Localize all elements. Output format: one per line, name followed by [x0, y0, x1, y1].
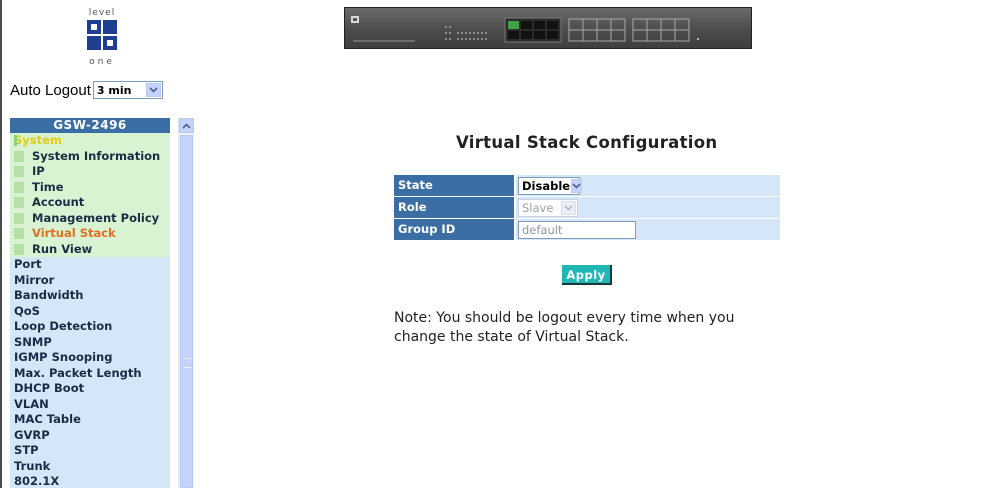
virtual-stack-config-table: State Disable Role Slave Group ID defaul… [394, 175, 780, 241]
sidebar-item-dhcp-boot[interactable]: DHCP Boot [10, 381, 170, 397]
apply-button[interactable]: Apply [562, 265, 612, 285]
left-frame: level one Auto Logout 3 min GSW-2496 Sys… [0, 0, 196, 488]
scroll-up-button[interactable] [179, 118, 194, 133]
state-row: State Disable [394, 175, 780, 196]
role-value-cell: Slave [516, 197, 780, 218]
sidebar-scrollbar[interactable] [178, 118, 194, 488]
sidebar-item-account[interactable]: Account [10, 195, 170, 211]
chevron-down-icon [561, 200, 576, 215]
sidebar-item-trunk[interactable]: Trunk [10, 459, 170, 475]
sidebar-item-run-view[interactable]: Run View [10, 241, 170, 257]
auto-logout-label: Auto Logout [10, 81, 91, 99]
role-label: Role [394, 197, 514, 218]
sidebar-item-mac-table[interactable]: MAC Table [10, 412, 170, 428]
sidebar-item-port[interactable]: Port [10, 257, 170, 273]
logo-mark-icon [87, 20, 117, 50]
sidebar-item-vlan[interactable]: VLAN [10, 397, 170, 413]
menu-items: System System Information IP Time Account Man… [10, 133, 170, 488]
sidebar-item-ip[interactable]: IP [10, 164, 170, 180]
sidebar-item-management-policy[interactable]: Management Policy [10, 210, 170, 226]
role-select-value: Slave [522, 200, 554, 215]
sidebar-item-loop-detection[interactable]: Loop Detection [10, 319, 170, 335]
state-select-value: Disable [522, 178, 571, 193]
group-id-input[interactable]: default [518, 220, 636, 239]
auto-logout-value: 3 min [96, 83, 132, 97]
sidebar-item-max-packet-length[interactable]: Max. Packet Length [10, 366, 170, 382]
scroll-thumb[interactable] [180, 135, 193, 488]
sidebar-item-system-information[interactable]: System Information [10, 148, 170, 164]
state-select[interactable]: Disable [518, 176, 583, 195]
levelone-logo: level one [82, 8, 122, 72]
logout-note: Note: You should be logout every time wh… [394, 310, 735, 345]
chevron-down-icon[interactable] [145, 83, 161, 97]
page-title: Virtual Stack Configuration [456, 133, 718, 152]
menu-title: GSW-2496 [10, 118, 170, 133]
group-id-label: Group ID [394, 219, 514, 240]
role-select: Slave [518, 198, 578, 217]
scroll-grip-icon [184, 358, 191, 368]
sidebar-item-system[interactable]: System [10, 133, 170, 149]
sidebar-item-snmp[interactable]: SNMP [10, 335, 170, 351]
sidebar-item-mirror[interactable]: Mirror [10, 273, 170, 289]
state-label: State [394, 175, 514, 196]
sidebar-item-qos[interactable]: QoS [10, 304, 170, 320]
group-id-row: Group ID default [394, 219, 780, 240]
sidebar-item-stp[interactable]: STP [10, 443, 170, 459]
chevron-down-icon[interactable] [571, 178, 583, 193]
sidebar-item-gvrp[interactable]: GVRP [10, 428, 170, 444]
auto-logout: Auto Logout 3 min [10, 80, 163, 100]
sidebar-item-time[interactable]: Time [10, 179, 170, 195]
sidebar-item-bandwidth[interactable]: Bandwidth [10, 288, 170, 304]
logo-bottom-word: one [89, 57, 115, 67]
switch-front-panel-image [344, 7, 752, 49]
group-id-value-cell: default [516, 219, 780, 240]
state-value-cell: Disable [516, 175, 780, 196]
sidebar-menu: GSW-2496 System System Information IP Time A… [10, 118, 170, 488]
chevron-up-icon [182, 122, 191, 129]
sidebar-item-igmp-snooping[interactable]: IGMP Snooping [10, 350, 170, 366]
sidebar-item-virtual-stack[interactable]: Virtual Stack [10, 226, 170, 242]
sidebar-item-802-1x[interactable]: 802.1X [10, 474, 170, 488]
logo-top-word: level [88, 8, 116, 18]
role-row: Role Slave [394, 197, 780, 218]
auto-logout-select[interactable]: 3 min [92, 81, 163, 99]
